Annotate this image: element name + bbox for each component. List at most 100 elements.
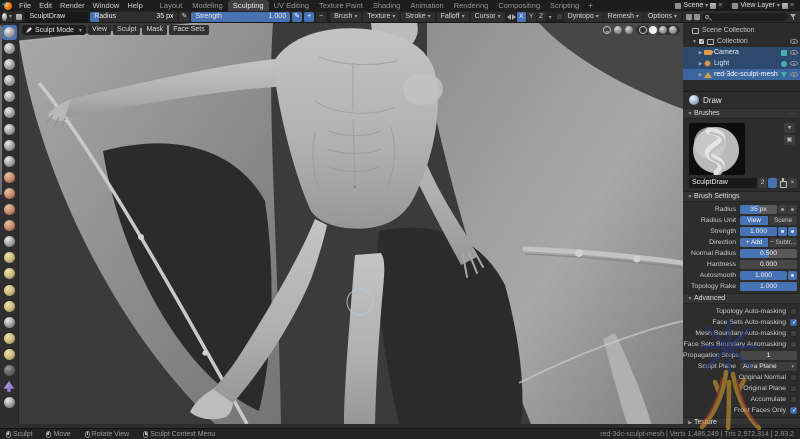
brush-tool-smooth[interactable] <box>2 170 17 185</box>
scene-selector[interactable]: Scene × <box>672 1 725 10</box>
radius-pressure-toggle[interactable]: ✎ <box>179 12 189 22</box>
collection-checkbox[interactable] <box>698 38 705 45</box>
filter-funnel-icon[interactable] <box>790 13 797 20</box>
brush-tool-inflate[interactable] <box>2 122 17 137</box>
dyntopo-toggle-checkbox[interactable] <box>556 13 563 20</box>
header-menu-brush[interactable]: Brush <box>330 12 361 22</box>
workspace-tab-animation[interactable]: Animation <box>405 0 448 11</box>
header-menu-stroke[interactable]: Stroke <box>401 12 434 22</box>
hardness-slider[interactable]: 0.000 <box>740 260 797 269</box>
outliner-filter-icon[interactable] <box>694 14 700 20</box>
gizmo-dropdown-icon[interactable] <box>603 26 611 34</box>
direction-subtract-button[interactable]: − <box>316 12 326 22</box>
brushes-section-header[interactable]: ▼ Brushes ··· <box>683 108 800 119</box>
disclosure-arrow-icon[interactable]: ▶ <box>697 72 704 78</box>
brush-tool-snake-hook[interactable] <box>2 299 17 314</box>
menu-help[interactable]: Help <box>123 0 146 11</box>
brush-tool-scrape[interactable] <box>2 218 17 233</box>
workspace-tab-uv-editing[interactable]: UV Editing <box>269 0 314 11</box>
symmetry-axis-y[interactable]: Y <box>527 12 536 22</box>
front-faces-only-checkbox[interactable] <box>790 407 797 414</box>
header-menu-texture[interactable]: Texture <box>363 12 399 22</box>
radius-slider[interactable]: 35 px <box>740 205 777 214</box>
brush-tool-fill[interactable] <box>2 202 17 217</box>
radius-slider[interactable]: Radius 35 px <box>90 12 177 22</box>
pressure-icon[interactable] <box>788 271 797 280</box>
workspace-tab-sculpting[interactable]: Sculpting <box>228 0 269 11</box>
outliner-row-red-3dc-sculpt-mesh[interactable]: ▶red-3dc-sculpt-mesh <box>683 69 800 80</box>
strength-slider[interactable]: 1.000 <box>740 227 777 236</box>
add-workspace-button[interactable]: + <box>584 0 597 11</box>
toolbar-scroll-indicator[interactable] <box>0 25 2 195</box>
brush-tool-multiplane-scrape[interactable] <box>2 234 17 249</box>
workspace-tab-rendering[interactable]: Rendering <box>449 0 494 11</box>
panel-options-icon[interactable]: ··· <box>788 111 797 117</box>
tablet-icon[interactable] <box>788 205 797 214</box>
brush-tool-grab[interactable] <box>2 266 17 281</box>
original-plane-checkbox[interactable] <box>790 385 797 392</box>
strength-slider[interactable]: Strength 1.000 <box>191 12 290 22</box>
normal-radius-slider[interactable]: 0.500 <box>740 249 797 258</box>
advanced-section-header[interactable]: ▼ Advanced <box>683 293 800 304</box>
direction-option-subtr[interactable]: − Subtr... <box>769 238 797 247</box>
visibility-eye-icon[interactable] <box>790 61 798 66</box>
brush-name-field[interactable]: SculptDraw <box>25 12 88 22</box>
duplicate-brush-icon[interactable] <box>778 178 787 188</box>
visibility-eye-icon[interactable] <box>790 72 798 77</box>
unlink-scene-icon[interactable]: × <box>718 2 722 9</box>
brush-datablock-icon[interactable] <box>14 12 23 22</box>
direction-add-button[interactable]: + <box>304 12 314 22</box>
outliner-row-collection[interactable]: ▼Collection <box>683 36 800 47</box>
mesh-boundary-auto-masking-checkbox[interactable] <box>790 330 797 337</box>
brush-tool-crease[interactable] <box>2 154 17 169</box>
topology-rake-slider[interactable]: 1.000 <box>740 282 797 291</box>
xray-toggle-icon[interactable] <box>625 26 633 34</box>
brush-selector-dropdown[interactable] <box>2 12 12 22</box>
outliner-display-mode-icon[interactable] <box>686 14 692 20</box>
outliner-search-input[interactable] <box>702 13 788 21</box>
brush-tool-clay-thumb[interactable] <box>2 89 17 104</box>
new-scene-icon[interactable] <box>710 3 716 9</box>
solid-shading-icon[interactable] <box>649 26 657 34</box>
disclosure-arrow-icon[interactable]: ▶ <box>697 61 704 67</box>
outliner-row-scene-collection[interactable]: Scene Collection <box>683 25 800 36</box>
object-data-icon[interactable] <box>781 61 787 67</box>
radius-unit-option-view[interactable]: View <box>740 216 768 225</box>
blender-logo-icon[interactable] <box>4 2 12 10</box>
mode-selector-dropdown[interactable]: Sculpt Mode <box>22 25 86 35</box>
symmetry-axis-z[interactable]: Z <box>537 12 546 22</box>
fake-user-shield-icon[interactable] <box>768 178 777 188</box>
new-view-layer-icon[interactable] <box>782 3 788 9</box>
options-dropdown[interactable]: Options <box>644 12 681 22</box>
menu-file[interactable]: File <box>15 0 35 11</box>
brush-preview-dropdown-icon[interactable]: ▾ <box>784 123 795 133</box>
brush-tool-thumb[interactable] <box>2 315 17 330</box>
topology-auto-masking-checkbox[interactable] <box>790 308 797 315</box>
remove-view-layer-icon[interactable]: × <box>790 2 794 9</box>
viewport-3d[interactable]: Sculpt Mode ViewSculptMaskFace Sets <box>19 23 683 424</box>
menu-window[interactable]: Window <box>89 0 124 11</box>
header-menu-cursor[interactable]: Cursor <box>471 12 505 22</box>
brush-tool-blob[interactable] <box>2 138 17 153</box>
outliner-row-light[interactable]: ▶Light <box>683 58 800 69</box>
radius-unit-option-scene[interactable]: Scene <box>769 216 797 225</box>
viewport-menu-sculpt[interactable]: Sculpt <box>113 25 140 35</box>
brush-tool-pose[interactable] <box>2 331 17 346</box>
workspace-tab-scripting[interactable]: Scripting <box>545 0 584 11</box>
unlink-brush-icon[interactable]: × <box>788 178 797 188</box>
brush-settings-section-header[interactable]: ▼ Brush Settings <box>683 191 800 202</box>
brush-tool-draw[interactable] <box>2 25 17 40</box>
visibility-eye-icon[interactable] <box>790 39 798 44</box>
viewport-menu-mask[interactable]: Mask <box>142 25 167 35</box>
remesh-dropdown[interactable]: Remesh <box>604 12 643 22</box>
disclosure-arrow-icon[interactable]: ▶ <box>697 50 704 56</box>
workspace-tab-layout[interactable]: Layout <box>155 0 188 11</box>
face-sets-boundary-automasking-checkbox[interactable] <box>790 341 797 348</box>
brush-tool-draw-sharp[interactable] <box>2 41 17 56</box>
menu-render[interactable]: Render <box>56 0 89 11</box>
visibility-eye-icon[interactable] <box>790 50 798 55</box>
disclosure-arrow-icon[interactable]: ▼ <box>691 39 698 45</box>
brush-tool-nudge[interactable] <box>2 347 17 362</box>
brush-custom-icon-button[interactable]: ▣ <box>784 135 795 145</box>
brush-tool-mask[interactable] <box>2 395 17 410</box>
